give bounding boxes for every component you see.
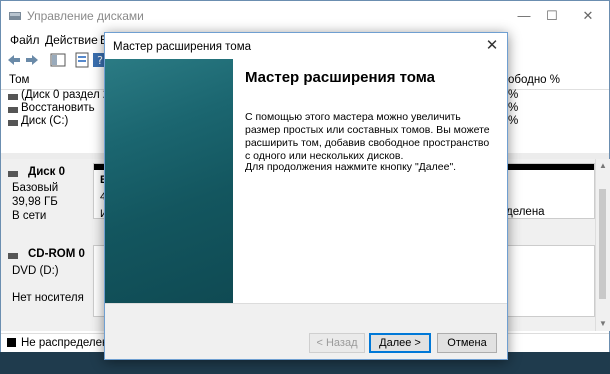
- scroll-up-icon[interactable]: ▲: [599, 161, 607, 170]
- wizard-heading: Мастер расширения тома: [245, 69, 436, 86]
- back-button[interactable]: < Назад: [309, 333, 365, 353]
- volume-name: (Диск 0 раздел 2): [21, 89, 114, 101]
- disk0-name: Диск 0: [28, 166, 66, 178]
- dialog-title: Мастер расширения тома: [113, 41, 251, 53]
- cdrom-label-box[interactable]: CD-ROM 0 DVD (D:) Нет носителя: [4, 245, 90, 315]
- dialog-separator: [105, 303, 507, 304]
- column-free-percent[interactable]: ободно %: [508, 74, 560, 86]
- dialog-title-bar: Мастер расширения тома ✕: [105, 33, 507, 59]
- cdrom-name: CD-ROM 0: [28, 248, 85, 260]
- volume-icon: [8, 94, 18, 100]
- volume-free: %: [508, 115, 519, 127]
- cdrom-icon: [8, 253, 18, 259]
- unallocated-swatch: [7, 338, 16, 347]
- wizard-instruction: Для продолжения нажмите кнопку "Далее".: [245, 161, 457, 173]
- wizard-body: Мастер расширения тома С помощью этого м…: [105, 59, 507, 303]
- dialog-close-icon[interactable]: ✕: [481, 37, 503, 55]
- minimize-button[interactable]: —: [513, 7, 535, 25]
- extend-volume-wizard: Мастер расширения тома ✕ Мастер расширен…: [104, 32, 508, 360]
- volume-free: %: [508, 89, 519, 101]
- disk0-type: Базовый: [12, 182, 59, 194]
- volume-name: Диск (C:): [21, 115, 69, 127]
- legend-unallocated: Не распределена: [21, 337, 115, 349]
- disk0-size: 39,98 ГБ: [12, 196, 58, 208]
- svg-text:?: ?: [97, 54, 103, 67]
- maximize-button[interactable]: ☐: [541, 7, 563, 25]
- menu-file[interactable]: Файл: [10, 33, 40, 47]
- scroll-down-icon[interactable]: ▼: [599, 319, 607, 328]
- column-volume[interactable]: Том: [9, 74, 29, 86]
- volume-name: Восстановить: [21, 102, 95, 114]
- cdrom-drive: DVD (D:): [12, 265, 59, 277]
- disk-management-icon: [9, 12, 21, 20]
- back-arrow-icon[interactable]: [6, 52, 22, 68]
- close-button[interactable]: ✕: [577, 7, 599, 25]
- volume-free: %: [508, 102, 519, 114]
- unallocated-label[interactable]: делена: [506, 206, 545, 218]
- disk0-status: В сети: [12, 210, 47, 222]
- wizard-banner: [105, 59, 233, 303]
- next-button[interactable]: Далее >: [369, 333, 431, 353]
- disk-icon: [8, 171, 18, 177]
- title-bar: Управление дисками — ☐ ✕: [1, 1, 609, 31]
- vertical-scrollbar[interactable]: ▲ ▼: [595, 159, 610, 331]
- window-title: Управление дисками: [27, 9, 144, 23]
- scroll-thumb[interactable]: [599, 189, 606, 299]
- disk0-label-box[interactable]: Диск 0 Базовый 39,98 ГБ В сети: [4, 163, 90, 222]
- cancel-button[interactable]: Отмена: [437, 333, 497, 353]
- menu-action[interactable]: Действие: [45, 33, 98, 47]
- properties-icon[interactable]: [74, 52, 90, 68]
- forward-arrow-icon[interactable]: [24, 52, 40, 68]
- volume-icon: [8, 107, 18, 113]
- wizard-description: С помощью этого мастера можно увеличить …: [245, 111, 490, 162]
- console-tree-icon[interactable]: [50, 52, 66, 68]
- volume-icon: [8, 120, 18, 126]
- cdrom-media: Нет носителя: [12, 292, 84, 304]
